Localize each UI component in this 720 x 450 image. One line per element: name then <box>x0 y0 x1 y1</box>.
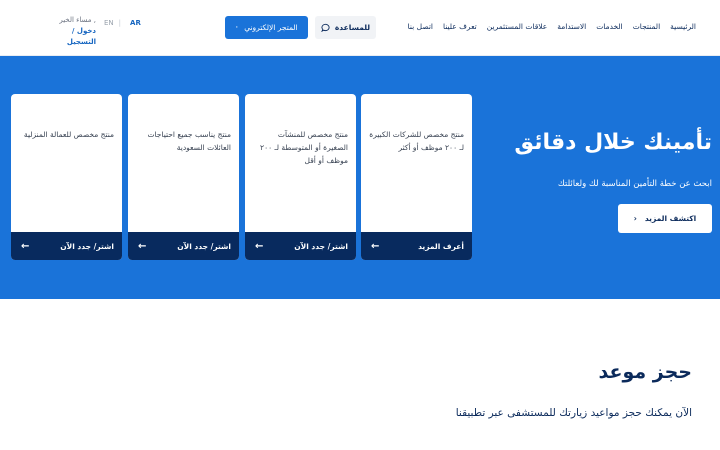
nav-item-services[interactable]: الخدمات <box>596 22 623 31</box>
chevron-icon: · <box>235 22 239 33</box>
product-card-families[interactable]: منتج يناسب جميع احتياجات العائلات السعود… <box>128 94 239 260</box>
explore-more-button[interactable]: › اكتشف المزيد <box>618 204 712 233</box>
product-card-domestic-workers[interactable]: منتج مخصص للعمالة المنزلية ← اشتر/ جدد ا… <box>11 94 122 260</box>
hero-section: تأمينك خلال دقائق ابحث عن خطة التأمين ال… <box>0 56 720 299</box>
online-store-button[interactable]: · المتجر الإلكتروني <box>225 16 308 39</box>
chevron-right-icon: › <box>633 214 637 223</box>
card-cta-label: اشتر/ جدد الآن <box>60 241 114 251</box>
card-description: منتج يناسب جميع احتياجات العائلات السعود… <box>147 130 231 152</box>
card-description: منتج مخصص للمنشآت الصغيرة أو المتوسطة لـ… <box>260 130 348 165</box>
explore-more-label: اكتشف المزيد <box>644 214 697 223</box>
arrow-left-icon: ← <box>138 240 147 252</box>
nav-item-contact[interactable]: اتصل بنا <box>408 22 433 31</box>
card-cta-button[interactable]: ← اشتر/ جدد الآن <box>11 232 122 260</box>
nav-item-about[interactable]: تعرف علينا <box>443 22 477 31</box>
card-cta-label: اشتر/ جدد الآن <box>294 241 348 251</box>
nav-item-sustainability[interactable]: الاستدامة <box>557 22 586 31</box>
user-menu[interactable]: مساء الخير , دخول / التسجيل <box>44 15 96 48</box>
booking-description: الآن يمكنك حجز مواعيد زيارتك للمستشفى عب… <box>455 407 692 419</box>
site-header: مساء الخير , دخول / التسجيل EN | AR · المت… <box>0 0 720 56</box>
help-button[interactable]: للمساعدة <box>315 16 376 39</box>
online-store-label: المتجر الإلكتروني <box>244 23 298 32</box>
product-card-sme[interactable]: منتج مخصص للمنشآت الصغيرة أو المتوسطة لـ… <box>245 94 356 260</box>
card-description: منتج مخصص للعمالة المنزلية <box>23 130 114 139</box>
language-switcher: EN | AR <box>104 19 141 27</box>
nav-item-home[interactable]: الرئيسية <box>670 22 696 31</box>
lang-divider: | <box>118 19 122 27</box>
nav-item-products[interactable]: المنتجات <box>633 22 660 31</box>
main-nav: الرئيسية المنتجات الخدمات الاستدامة علاق… <box>408 22 696 31</box>
hero-subtitle: ابحث عن خطة التأمين المناسبة لك ولعائلتك <box>557 179 712 189</box>
nav-item-investor-relations[interactable]: علاقات المستثمرين <box>487 22 547 31</box>
card-cta-button[interactable]: ← اشتر/ جدد الآن <box>128 232 239 260</box>
product-card-large-companies[interactable]: منتج مخصص للشركات الكبيرة لـ ٢٠٠ موظف أو… <box>361 94 472 260</box>
arrow-left-icon: ← <box>255 240 264 252</box>
lang-ar-link[interactable]: AR <box>130 19 141 27</box>
lang-en-link[interactable]: EN <box>104 19 114 27</box>
chat-bubble-icon <box>321 23 330 32</box>
arrow-left-icon: ← <box>371 240 380 252</box>
help-label: للمساعدة <box>334 23 371 32</box>
login-link[interactable]: دخول / التسجيل <box>44 26 96 48</box>
card-cta-button[interactable]: ← أعرف المزيد <box>361 232 472 260</box>
card-description: منتج مخصص للشركات الكبيرة لـ ٢٠٠ موظف أو… <box>369 130 464 152</box>
booking-title: حجز موعد <box>598 361 692 383</box>
hero-title: تأمينك خلال دقائق <box>514 130 712 155</box>
arrow-left-icon: ← <box>21 240 30 252</box>
card-cta-label: اشتر/ جدد الآن <box>177 241 231 251</box>
card-cta-button[interactable]: ← اشتر/ جدد الآن <box>245 232 356 260</box>
greeting-text: مساء الخير , <box>59 16 96 24</box>
card-cta-label: أعرف المزيد <box>418 241 464 251</box>
